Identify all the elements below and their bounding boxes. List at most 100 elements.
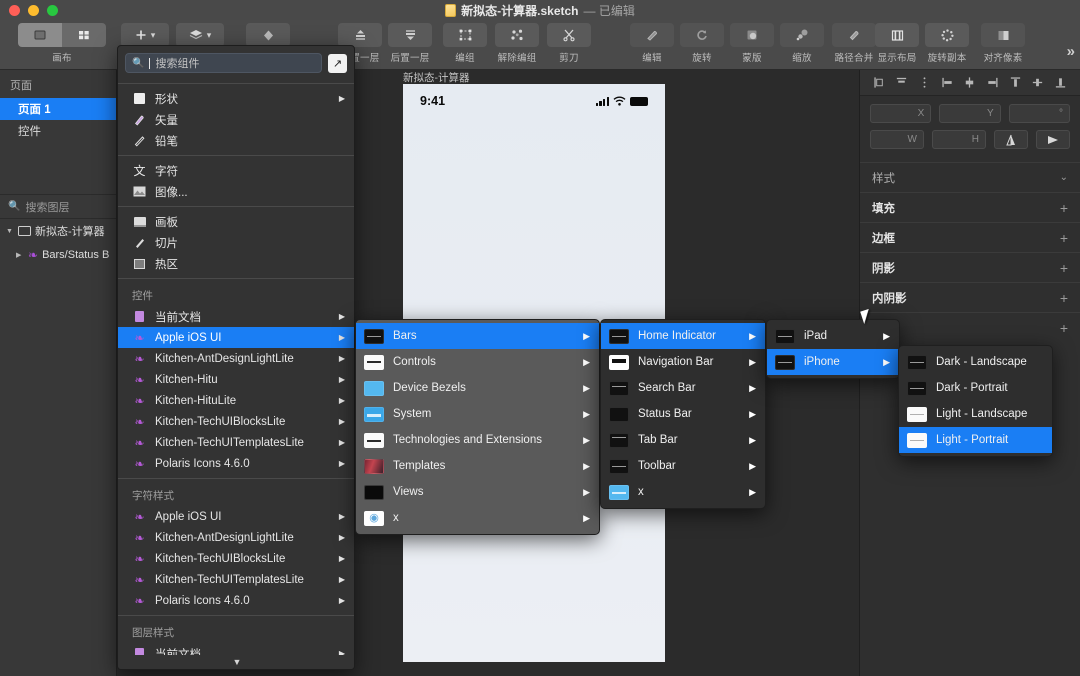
library-item-apple-ios-ui[interactable]: ❧ Apple iOS UI ▶ [118,327,354,348]
library-item-hitu[interactable]: ❧ Kitchen-Hitu ▶ [118,369,354,390]
toolbar-button-rotate[interactable]: 旋转 [677,23,727,64]
submenu-item-technologies[interactable]: Technologies and Extensions ▶ [356,427,599,453]
inspector-section-shadow[interactable]: 阴影 + [860,252,1080,282]
scissors-icon-box[interactable] [547,23,591,47]
layer-search-input[interactable]: 🔍 搜索图层 [0,195,116,219]
library-item-techuiblocks[interactable]: ❧ Kitchen-TechUIBlocksLite ▶ [118,411,354,432]
submenu-item-system[interactable]: System ▶ [356,401,599,427]
insert-item-vector[interactable]: 矢量 [118,109,354,130]
align-middle-icon[interactable] [1031,76,1044,89]
ungroup-icon-box[interactable] [495,23,539,47]
submenu-item-toolbar[interactable]: Toolbar ▶ [601,453,765,479]
insert-item-slice[interactable]: 切片 [118,232,354,253]
flip-vertical-button[interactable] [1036,130,1070,149]
symbol-icon-box[interactable] [246,23,290,47]
expand-arrow-icon[interactable]: ↗ [328,53,347,73]
text-style-item-antdesign[interactable]: ❧ Kitchen-AntDesignLightLite ▶ [118,527,354,548]
insert-button[interactable]: ▾ [120,23,170,47]
mask-icon-box[interactable] [730,23,774,47]
toolbar-button-scale[interactable]: 缩放 [777,23,827,64]
align-left-edge-icon[interactable] [941,76,954,89]
width-field[interactable]: W [870,130,924,149]
insert-components-panel[interactable]: 🔍 搜索组件 ↗ 形状 ▶ 矢量 铅笔 文 字符 图像... 画板 切片 热区 … [117,45,355,670]
inspector-section-inner-shadow[interactable]: 内阴影 + [860,282,1080,312]
canvas-view-button[interactable]: 画布 [8,23,116,64]
insert-item-text[interactable]: 文 字符 [118,160,354,181]
submenu-item-dark-landscape[interactable]: Dark - Landscape [899,349,1052,375]
layers-icon-box[interactable]: ▾ [176,23,224,47]
artboard-name-label[interactable]: 新拟态-计算器 [403,70,470,85]
submenu-item-dark-portrait[interactable]: Dark - Portrait [899,375,1052,401]
toolbar-button-layout[interactable]: 显示布局 [872,23,922,64]
submenu-item-iphone[interactable]: iPhone ▶ [767,349,899,375]
inspector-section-border[interactable]: 边框 + [860,222,1080,252]
library-item-techuitemplates[interactable]: ❧ Kitchen-TechUITemplatesLite ▶ [118,432,354,453]
flip-horizontal-button[interactable] [994,130,1028,149]
submenu-item-tab-bar[interactable]: Tab Bar ▶ [601,427,765,453]
submenu-item-search-bar[interactable]: Search Bar ▶ [601,375,765,401]
submenu-item-light-landscape[interactable]: Light - Landscape [899,401,1052,427]
align-bottom-icon[interactable] [1054,76,1067,89]
submenu-apple-ios-ui[interactable]: Bars ▶ Controls ▶ Device Bezels ▶ System… [355,319,600,535]
submenu-item-x[interactable]: ◉ x ▶ [356,505,599,531]
edit-icon-box[interactable] [630,23,674,47]
submenu-item-ipad[interactable]: iPad ▶ [767,323,899,349]
submenu-item-home-indicator[interactable]: Home Indicator ▶ [601,323,765,349]
library-item-current-document[interactable]: 当前文档 ▶ [118,306,354,327]
plus-icon[interactable]: + [1060,230,1068,246]
toolbar-button-rotate-copies[interactable]: 旋转副本 [922,23,972,64]
align-top-icon[interactable] [1009,76,1022,89]
submenu-bars[interactable]: Home Indicator ▶ Navigation Bar ▶ Search… [600,319,766,509]
union-icon-box[interactable] [832,23,876,47]
toolbar-button-scissors[interactable]: 剪刀 [544,23,594,64]
toolbar-button-ungroup[interactable]: 解除编组 [490,23,544,64]
rotate-copies-icon-box[interactable] [925,23,969,47]
insert-item-image[interactable]: 图像... [118,181,354,202]
library-item-antdesign[interactable]: ❧ Kitchen-AntDesignLightLite ▶ [118,348,354,369]
insert-item-hotspot[interactable]: 热区 [118,253,354,274]
component-search-input[interactable]: 🔍 搜索组件 [125,53,322,73]
scale-icon-box[interactable] [780,23,824,47]
plus-icon[interactable]: + [1060,320,1068,336]
align-center-h-icon[interactable] [895,76,908,89]
submenu-item-device-bezels[interactable]: Device Bezels ▶ [356,375,599,401]
submenu-item-light-portrait[interactable]: Light - Portrait [899,427,1052,453]
bring-forward-icon-box[interactable] [338,23,382,47]
plus-icon[interactable]: + [1060,200,1068,216]
text-style-item-techuitemplates[interactable]: ❧ Kitchen-TechUITemplatesLite ▶ [118,569,354,590]
y-field[interactable]: Y [939,104,1001,123]
insert-item-shape[interactable]: 形状 ▶ [118,88,354,109]
text-style-item-polaris[interactable]: ❧ Polaris Icons 4.6.0 ▶ [118,590,354,611]
plus-icon[interactable]: + [1060,260,1068,276]
insert-icon-box[interactable]: ▾ [121,23,169,47]
toolbar-button-group[interactable]: 编组 [440,23,490,64]
align-left-icon[interactable] [873,76,886,89]
height-field[interactable]: H [932,130,986,149]
toolbar-button-edit[interactable]: 编辑 [627,23,677,64]
distribute-h-icon[interactable] [918,76,931,89]
x-field[interactable]: X [870,104,932,123]
sidebar-page-1[interactable]: 页面 1 [0,98,116,120]
align-right-edge-icon[interactable] [986,76,999,89]
layer-row-artboard[interactable]: ▼ 新拟态-计算器 [0,219,116,243]
toolbar-button-pixel-align[interactable]: 对齐像素 [978,23,1028,64]
canvas-mode-icon[interactable] [18,23,62,47]
toolbar-overflow-button[interactable]: » [1067,43,1075,60]
inspector-section-fill[interactable]: 填充 + [860,192,1080,222]
plus-icon[interactable]: + [1060,290,1068,306]
chevron-down-icon[interactable]: ⌄ [1060,172,1068,183]
disclosure-triangle-icon[interactable]: ▼ [6,228,14,235]
library-item-polaris[interactable]: ❧ Polaris Icons 4.6.0 ▶ [118,453,354,474]
rotate-icon-box[interactable] [680,23,724,47]
layer-row-symbol[interactable]: ▶ ❧ Bars/Status B [0,243,116,267]
disclosure-triangle-icon[interactable]: ▶ [16,251,24,259]
submenu-item-bars[interactable]: Bars ▶ [356,323,599,349]
submenu-item-status-bar[interactable]: Status Bar ▶ [601,401,765,427]
create-symbol-button[interactable] [243,23,293,47]
submenu-item-controls[interactable]: Controls ▶ [356,349,599,375]
grid-mode-icon[interactable] [62,23,106,47]
library-item-hitulite[interactable]: ❧ Kitchen-HituLite ▶ [118,390,354,411]
send-backward-icon-box[interactable] [388,23,432,47]
inspector-section-style[interactable]: 样式 ⌄ [860,162,1080,192]
pixel-align-icon-box[interactable] [981,23,1025,47]
